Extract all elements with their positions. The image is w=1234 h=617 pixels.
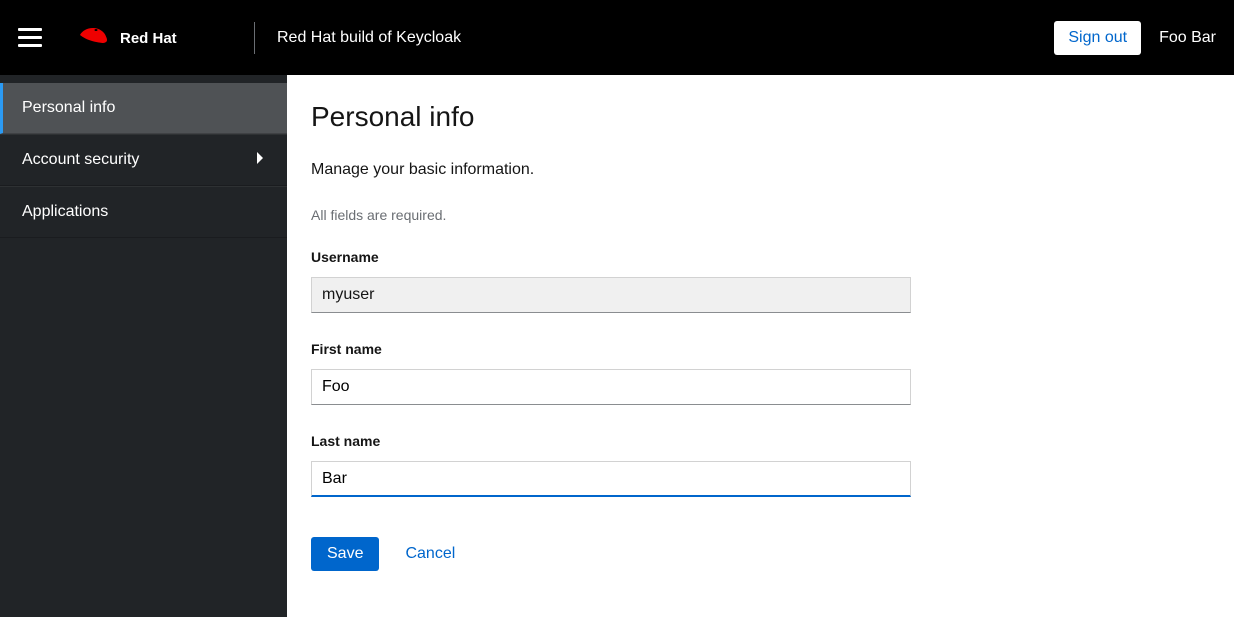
- header-separator: [254, 22, 255, 54]
- cancel-button[interactable]: Cancel: [405, 545, 455, 563]
- sidebar-item-label: Personal info: [22, 99, 115, 117]
- username-label: Username: [311, 249, 911, 265]
- form-group-last-name: Last name: [311, 433, 911, 497]
- app-header: Red Hat Red Hat build of Keycloak Sign o…: [0, 0, 1234, 75]
- sidebar-item-applications[interactable]: Applications: [0, 186, 287, 238]
- chevron-right-icon: [255, 151, 265, 169]
- form-actions: Save Cancel: [311, 537, 1210, 571]
- required-fields-note: All fields are required.: [311, 207, 1210, 223]
- last-name-input[interactable]: [311, 461, 911, 497]
- sidebar-item-personal-info[interactable]: Personal info: [0, 83, 287, 134]
- form-group-first-name: First name: [311, 341, 911, 405]
- username-input: [311, 277, 911, 313]
- app-title: Red Hat build of Keycloak: [277, 29, 461, 47]
- sign-out-button[interactable]: Sign out: [1054, 21, 1141, 55]
- sidebar-item-account-security[interactable]: Account security: [0, 134, 287, 186]
- last-name-label: Last name: [311, 433, 911, 449]
- form-group-username: Username: [311, 249, 911, 313]
- main-content: Personal info Manage your basic informat…: [287, 75, 1234, 617]
- sidebar-item-label: Account security: [22, 151, 139, 169]
- redhat-logo-icon: Red Hat: [72, 19, 232, 57]
- save-button[interactable]: Save: [311, 537, 379, 571]
- hamburger-menu-button[interactable]: [18, 21, 52, 55]
- sidebar-item-label: Applications: [22, 203, 108, 221]
- sidebar-nav: Personal info Account security Applicati…: [0, 75, 287, 617]
- svg-text:Red Hat: Red Hat: [120, 30, 177, 47]
- page-subtitle: Manage your basic information.: [311, 161, 1210, 179]
- first-name-label: First name: [311, 341, 911, 357]
- brand-logo: Red Hat: [72, 19, 232, 57]
- first-name-input[interactable]: [311, 369, 911, 405]
- page-title: Personal info: [311, 101, 1210, 133]
- current-user-name[interactable]: Foo Bar: [1159, 29, 1216, 47]
